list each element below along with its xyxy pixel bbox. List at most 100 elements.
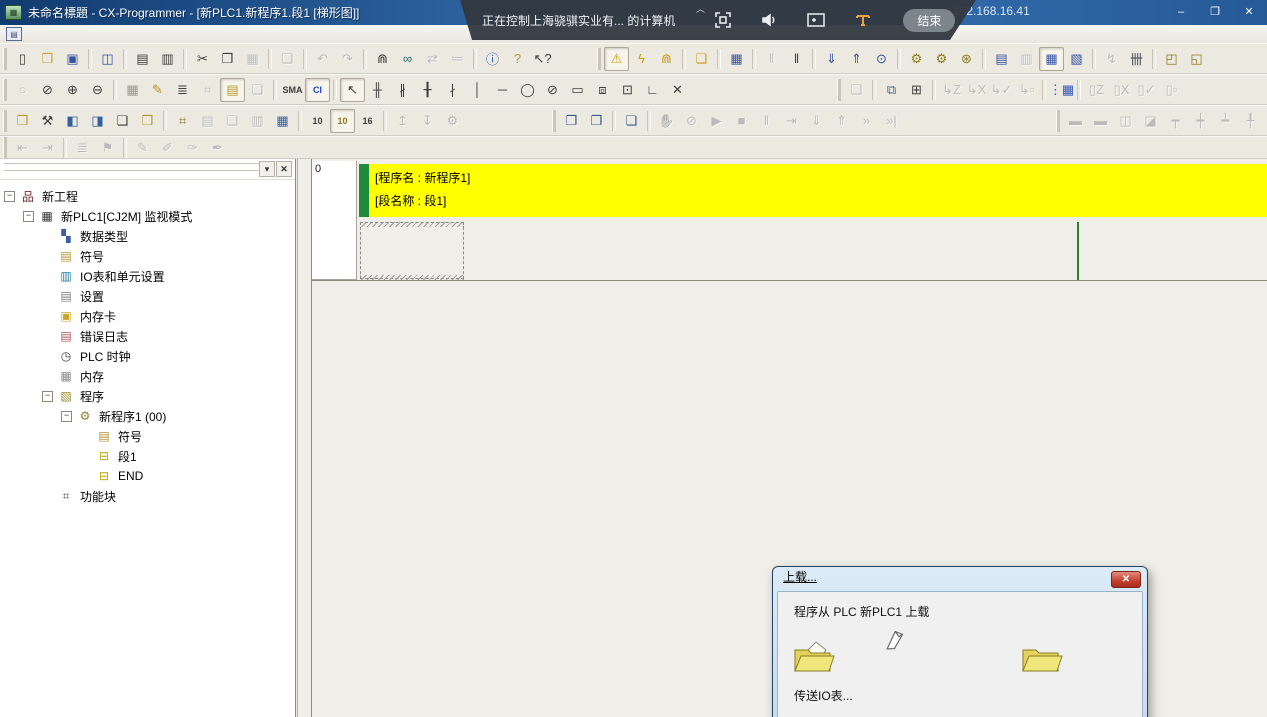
volume-icon[interactable]: [759, 10, 779, 30]
tree-item-programs[interactable]: − ▧ 程序: [0, 386, 295, 406]
restore-button[interactable]: ❐: [1203, 3, 1227, 20]
view-layers-button[interactable]: ⧉: [879, 78, 904, 102]
toolbar-grip[interactable]: [3, 48, 7, 70]
open-file-button[interactable]: ❒: [35, 47, 60, 71]
new-closed-contact-button[interactable]: ∦: [390, 78, 415, 102]
zoom-out-button[interactable]: ⊖: [85, 78, 110, 102]
toggle-grid-button[interactable]: ▦: [120, 78, 145, 102]
program-check-button[interactable]: ⊛: [954, 47, 979, 71]
io-table-tools-button[interactable]: ⌗: [170, 109, 195, 133]
tree-item-function-blocks[interactable]: ⌗ 功能块: [0, 486, 295, 506]
change-all-button[interactable]: ≔: [445, 47, 470, 71]
collapse-arrow-icon[interactable]: ︿: [696, 2, 705, 15]
minimize-button[interactable]: –: [1169, 3, 1193, 20]
style-pen-2-button[interactable]: ✐: [155, 136, 180, 160]
new-coil-button[interactable]: ◯: [515, 78, 540, 102]
toolbar-grip[interactable]: [1056, 110, 1060, 132]
goto-next-output-button[interactable]: ↳X: [964, 78, 989, 102]
new-contact-button[interactable]: ╫: [365, 78, 390, 102]
expand-toggle-icon[interactable]: −: [61, 411, 72, 422]
sim-stop-button[interactable]: ■: [729, 109, 754, 133]
sim-step-over-button[interactable]: ⇑: [829, 109, 854, 133]
ladder-cursor-cell[interactable]: [360, 222, 464, 279]
watch-window-button[interactable]: ⋮▦: [1049, 78, 1074, 102]
copy-button[interactable]: ❐: [215, 47, 240, 71]
outdent-button[interactable]: ⇤: [10, 136, 35, 160]
monitor-bar-2-button[interactable]: ▬: [1088, 109, 1113, 133]
goto-next-check-button[interactable]: ↳✓: [989, 78, 1014, 102]
online-edit-rungs-button[interactable]: ❐: [559, 109, 584, 133]
compile-button[interactable]: ⚙: [904, 47, 929, 71]
tree-item-plc-clock[interactable]: ◷ PLC 时钟: [0, 346, 295, 366]
prev-address-button[interactable]: ▯Z: [1084, 78, 1109, 102]
address-reference-button[interactable]: ◨: [85, 109, 110, 133]
tree-item-program1-symbols[interactable]: ▤ 符号: [0, 426, 295, 446]
pause-button[interactable]: ‖: [784, 47, 809, 71]
cross-reference-button[interactable]: ◧: [60, 109, 85, 133]
force-off-button[interactable]: ◱: [1184, 47, 1209, 71]
toolbar-grip[interactable]: [552, 110, 556, 132]
display-unsigned-decimal-button[interactable]: 10: [330, 109, 355, 133]
workspace-dropdown-button[interactable]: ▾: [259, 161, 275, 177]
new-or-contact-button[interactable]: ╂: [415, 78, 440, 102]
close-button[interactable]: ✕: [1237, 3, 1261, 20]
mdi-child-icon[interactable]: ▤: [6, 27, 22, 41]
find-button[interactable]: ⋒: [370, 47, 395, 71]
monitoring-button[interactable]: ⋒: [654, 47, 679, 71]
line-connect-button[interactable]: ∟: [640, 78, 665, 102]
differentiate-button[interactable]: ⚙: [440, 109, 465, 133]
new-or-closed-contact-button[interactable]: ∤: [440, 78, 465, 102]
ci-view-button[interactable]: CI: [305, 78, 330, 102]
sim-scan-run-button[interactable]: »|: [879, 109, 904, 133]
tree-item-plc[interactable]: − ▦ 新PLC1[CJ2M] 监视模式: [0, 206, 295, 226]
find-in-project-button[interactable]: ◫: [95, 47, 120, 71]
auto-online-button[interactable]: ϟ: [629, 47, 654, 71]
force-on-button[interactable]: ◰: [1159, 47, 1184, 71]
compare-with-plc-button[interactable]: ⊙: [869, 47, 894, 71]
monitor-bar-4-button[interactable]: ◪: [1138, 109, 1163, 133]
bookmark-list-button[interactable]: ⚑: [95, 136, 120, 160]
paste-special-button[interactable]: ❑: [275, 47, 300, 71]
pause-with-trigger-button[interactable]: ‖: [759, 47, 784, 71]
symbols-editor-button[interactable]: ✎: [145, 78, 170, 102]
workspace-grip[interactable]: [4, 170, 259, 175]
sim-pause-hand-button[interactable]: ✋: [654, 109, 679, 133]
rung-list-button[interactable]: ≣: [70, 136, 95, 160]
select-mode-button[interactable]: ↖: [340, 78, 365, 102]
show-properties-button[interactable]: ❒: [135, 109, 160, 133]
toolbar-grip[interactable]: [597, 48, 601, 70]
differential-monitor-button[interactable]: ↯: [1099, 47, 1124, 71]
context-help-button[interactable]: ↖?: [530, 47, 555, 71]
tree-item-memory-card[interactable]: ▣ 内存卡: [0, 306, 295, 326]
tree-item-project[interactable]: − 品 新工程: [0, 186, 295, 206]
info-button[interactable]: ⓘ: [480, 47, 505, 71]
properties-button[interactable]: ❏: [245, 78, 270, 102]
style-pen-1-button[interactable]: ✎: [130, 136, 155, 160]
new-fb-invocation-button[interactable]: ⧈: [590, 78, 615, 102]
show-comments-button[interactable]: ▤: [220, 78, 245, 102]
edit-rung-comment-button[interactable]: ❏: [619, 109, 644, 133]
sim-release-hand-button[interactable]: ⊘: [679, 109, 704, 133]
toolbar-grip[interactable]: [3, 79, 7, 101]
new-file-button[interactable]: ▯: [10, 47, 35, 71]
style-pen-3-button[interactable]: ✑: [180, 136, 205, 160]
monitor-bar-1-button[interactable]: ▬: [1063, 109, 1088, 133]
undo-button[interactable]: ↶: [310, 47, 335, 71]
toolbar-grip[interactable]: [837, 79, 841, 101]
io-table-button[interactable]: ▤: [989, 47, 1014, 71]
options-button[interactable]: ⚒: [35, 109, 60, 133]
io-comment-button[interactable]: ⌗: [195, 78, 220, 102]
show-workspace-button[interactable]: ❐: [10, 109, 35, 133]
transfer-program-button[interactable]: ▦: [724, 47, 749, 71]
sim-continuous-button[interactable]: »: [854, 109, 879, 133]
memory-view-button[interactable]: ▥: [245, 109, 270, 133]
time-chart-monitor-button[interactable]: ▤: [195, 109, 220, 133]
show-output-window-button[interactable]: ❏: [110, 109, 135, 133]
dialog-close-button[interactable]: ✕: [1111, 571, 1141, 588]
toolbar-grip[interactable]: [3, 137, 7, 159]
paste-button[interactable]: ▦: [240, 47, 265, 71]
expand-toggle-icon[interactable]: −: [4, 191, 15, 202]
vertical-line-button[interactable]: │: [465, 78, 490, 102]
new-instruction-button[interactable]: ▭: [565, 78, 590, 102]
goto-next-rung-button[interactable]: ↳▫: [1014, 78, 1039, 102]
